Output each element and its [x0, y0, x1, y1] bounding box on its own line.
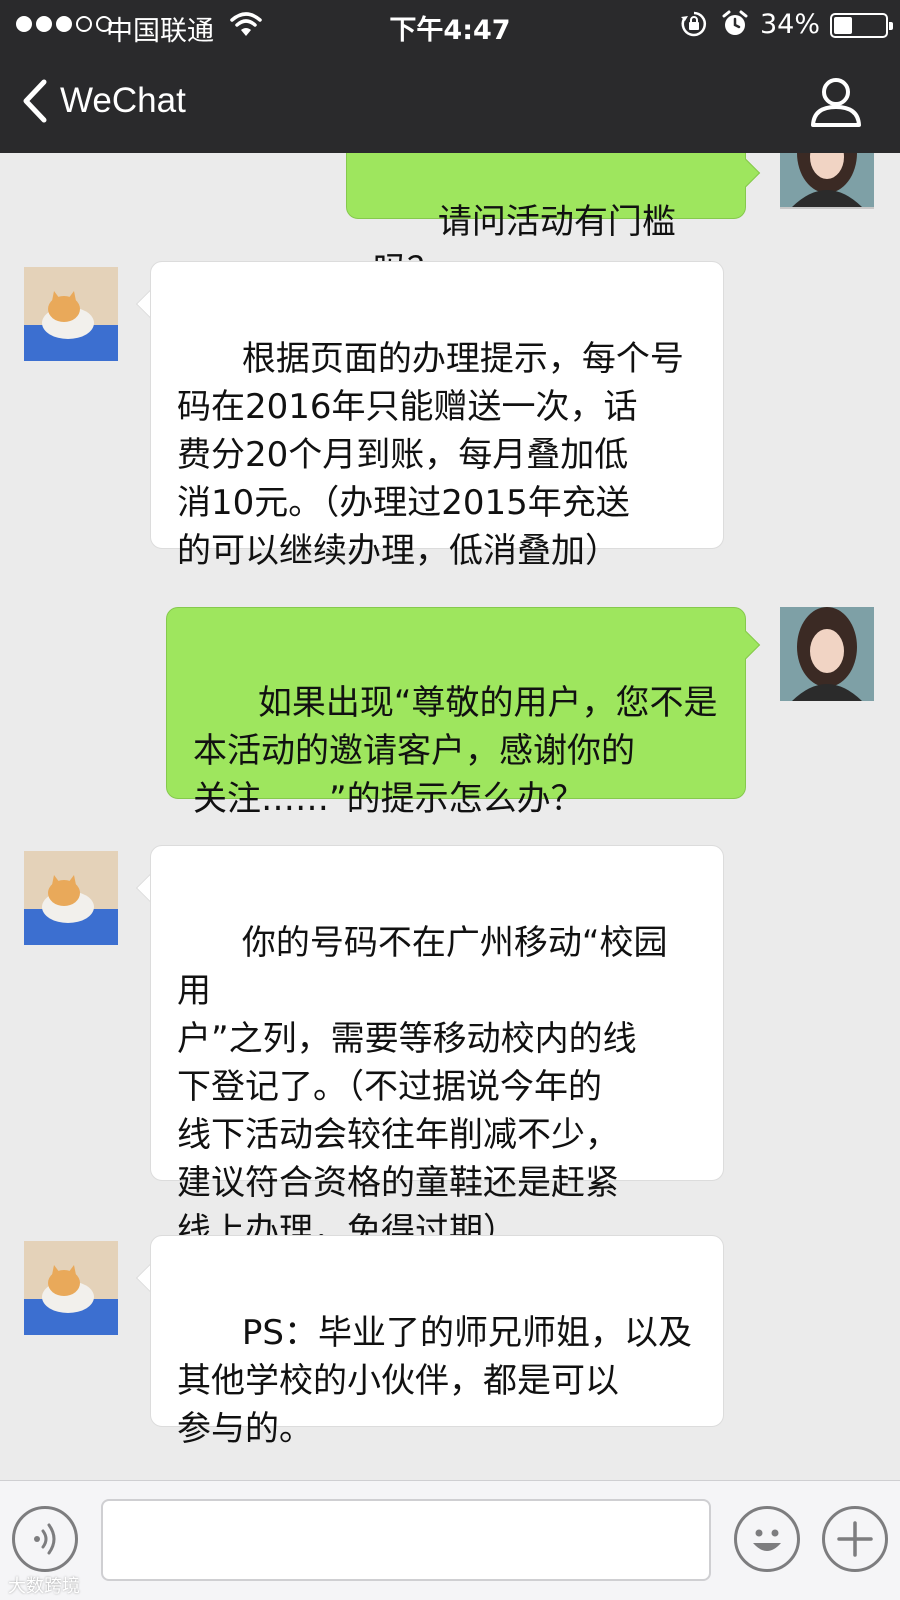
- avatar-cat-image: [24, 267, 118, 361]
- battery-percent: 34%: [760, 9, 821, 40]
- nav-bar: WeChat: [0, 50, 900, 153]
- watermark-text: 大数跨境: [8, 1576, 80, 1597]
- emoji-icon: [753, 1529, 781, 1551]
- signal-dot: [36, 16, 52, 32]
- emoji-button[interactable]: [734, 1506, 800, 1572]
- rotation-lock-icon: [681, 11, 707, 37]
- status-bar: 中国联通 下午4:47 34%: [0, 0, 900, 50]
- chevron-left-icon: [23, 79, 47, 123]
- battery-fill: [834, 17, 853, 34]
- signal-strength-icon: [16, 16, 112, 32]
- plus-icon: [837, 1521, 873, 1557]
- avatar[interactable]: [24, 851, 118, 945]
- voice-icon: [34, 1523, 56, 1555]
- voice-button[interactable]: [12, 1506, 78, 1572]
- signal-dot: [56, 16, 72, 32]
- battery-icon: [830, 13, 893, 38]
- message-text: PS：毕业了的师兄师姐，以及 其他学校的小伙伴，都是可以 参与的。: [177, 1313, 692, 1449]
- message-bubble[interactable]: PS：毕业了的师兄师姐，以及 其他学校的小伙伴，都是可以 参与的。: [150, 1235, 724, 1449]
- message-input[interactable]: [101, 1499, 711, 1581]
- message-text: 你的号码不在广州移动“校园用 户”之列，需要等移动校内的线 下登记了。（不过据说…: [177, 923, 668, 1251]
- avatar[interactable]: [24, 1241, 118, 1335]
- avatar[interactable]: [780, 153, 874, 209]
- avatar[interactable]: [780, 607, 874, 701]
- more-button[interactable]: [822, 1506, 888, 1572]
- alarm-icon: [722, 10, 748, 35]
- avatar-girl-image: [780, 153, 874, 207]
- signal-dot: [16, 16, 32, 32]
- message-bubble[interactable]: 你的号码不在广州移动“校园用 户”之列，需要等移动校内的线 下登记了。（不过据说…: [150, 845, 724, 1251]
- back-label: WeChat: [60, 81, 186, 120]
- back-button[interactable]: WeChat: [20, 76, 186, 126]
- avatar-cat-image: [24, 1241, 118, 1335]
- avatar-girl-image: [780, 607, 874, 701]
- message-bubble[interactable]: 请问活动有门槛吗？: [346, 153, 746, 290]
- chat-history[interactable]: 请问活动有门槛吗？ 根据页面的办理提示，每个号 码在: [0, 153, 900, 1480]
- battery-cap: [889, 22, 893, 30]
- wifi-icon: [230, 12, 262, 36]
- person-icon[interactable]: [810, 77, 862, 127]
- carrier-name: 中国联通: [106, 16, 214, 47]
- message-text: 如果出现“尊敬的用户，您不是 本活动的邀请客户，感谢你的 关注……”的提示怎么办…: [193, 683, 718, 819]
- message-text: 根据页面的办理提示，每个号 码在2016年只能赠送一次，话 费分20个月到账，每…: [177, 339, 684, 571]
- input-bar: [0, 1480, 900, 1600]
- signal-dot: [76, 16, 92, 32]
- message-bubble[interactable]: 根据页面的办理提示，每个号 码在2016年只能赠送一次，话 费分20个月到账，每…: [150, 261, 724, 571]
- message-bubble[interactable]: 如果出现“尊敬的用户，您不是 本活动的邀请客户，感谢你的 关注……”的提示怎么办…: [166, 607, 746, 819]
- avatar-cat-image: [24, 851, 118, 945]
- avatar[interactable]: [24, 267, 118, 361]
